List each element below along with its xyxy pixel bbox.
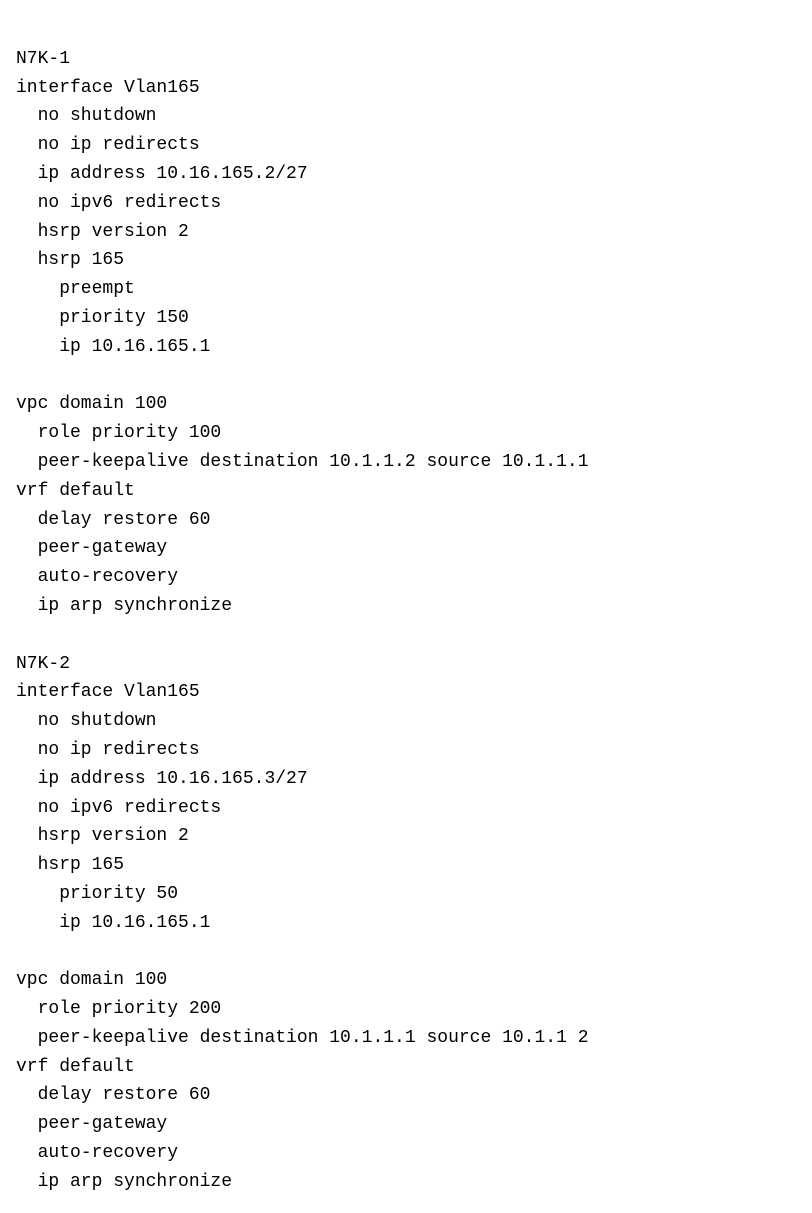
config-line: role priority 200 xyxy=(16,995,796,1024)
config-line: ip 10.16.165.1 xyxy=(16,333,796,362)
config-line: delay restore 60 xyxy=(16,506,796,535)
config-line: auto-recovery xyxy=(16,563,796,592)
config-line: delay restore 60 xyxy=(16,1081,796,1110)
config-line: no shutdown xyxy=(16,102,796,131)
config-line: priority 50 xyxy=(16,880,796,909)
config-line: vpc domain 100 xyxy=(16,390,796,419)
config-line xyxy=(16,362,796,391)
config-line: hsrp 165 xyxy=(16,246,796,275)
config-line: no ip redirects xyxy=(16,131,796,160)
config-line: hsrp version 2 xyxy=(16,822,796,851)
config-line: ip 10.16.165.1 xyxy=(16,909,796,938)
config-line: ip address 10.16.165.2/27 xyxy=(16,160,796,189)
config-line: no ipv6 redirects xyxy=(16,189,796,218)
config-line: ip address 10.16.165.3/27 xyxy=(16,765,796,794)
config-line: ip arp synchronize xyxy=(16,592,796,621)
config-line: peer-keepalive destination 10.1.1.1 sour… xyxy=(16,1024,796,1053)
config-line: no ip redirects xyxy=(16,736,796,765)
config-line: interface Vlan165 xyxy=(16,74,796,103)
config-line: hsrp version 2 xyxy=(16,218,796,247)
config-line: N7K-2 xyxy=(16,650,796,679)
config-line: vrf default xyxy=(16,477,796,506)
config-line: hsrp 165 xyxy=(16,851,796,880)
config-line: N7K-1 xyxy=(16,45,796,74)
config-line: peer-gateway xyxy=(16,1110,796,1139)
config-line: vpc domain 100 xyxy=(16,966,796,995)
config-line: peer-keepalive destination 10.1.1.2 sour… xyxy=(16,448,796,477)
config-line: ip arp synchronize xyxy=(16,1168,796,1197)
config-display: N7K-1interface Vlan165 no shutdown no ip… xyxy=(16,16,796,1197)
config-line: no shutdown xyxy=(16,707,796,736)
config-line: role priority 100 xyxy=(16,419,796,448)
config-line: interface Vlan165 xyxy=(16,678,796,707)
config-line: preempt xyxy=(16,275,796,304)
config-line xyxy=(16,938,796,967)
config-line: peer-gateway xyxy=(16,534,796,563)
config-line: auto-recovery xyxy=(16,1139,796,1168)
config-line: vrf default xyxy=(16,1053,796,1082)
config-line: priority 150 xyxy=(16,304,796,333)
config-line: no ipv6 redirects xyxy=(16,794,796,823)
config-line xyxy=(16,621,796,650)
